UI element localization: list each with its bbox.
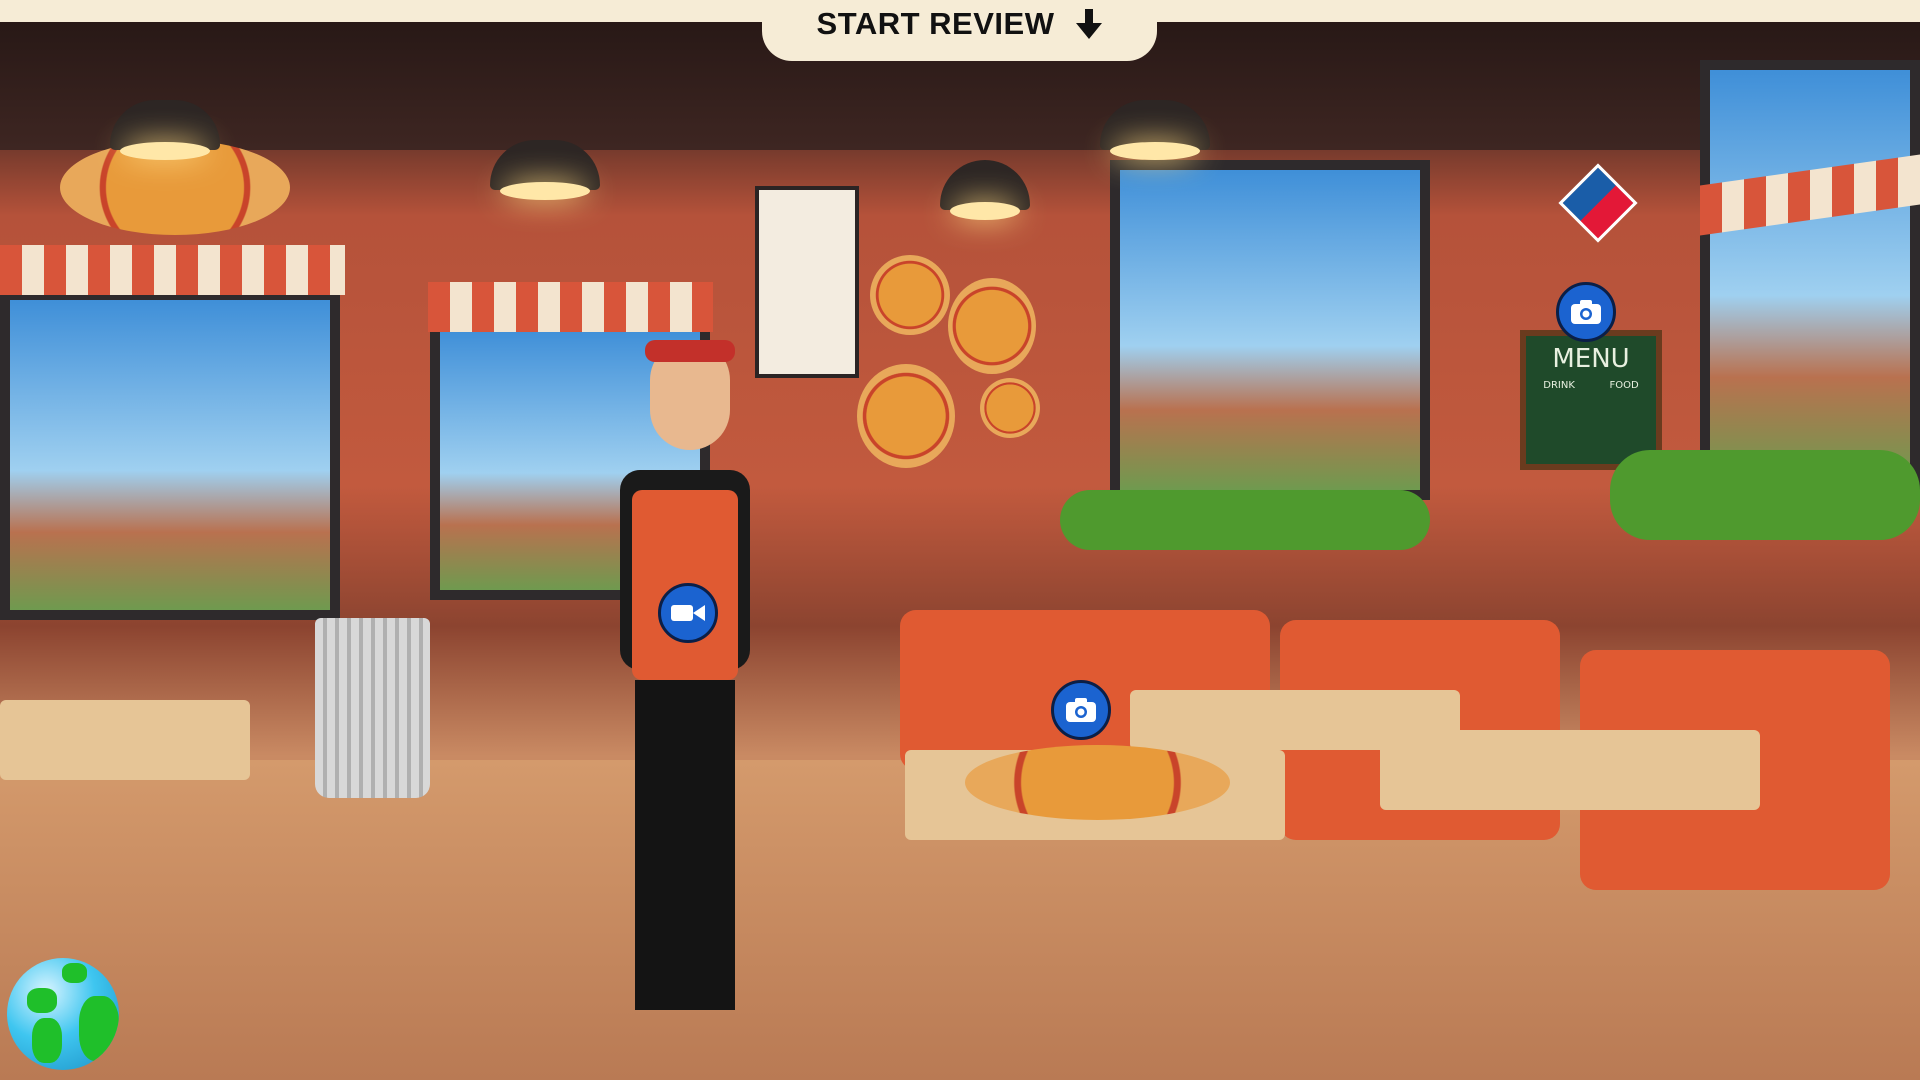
table (1130, 690, 1460, 750)
photo-hotspot-button[interactable] (1556, 282, 1616, 342)
window-far-right (1700, 60, 1920, 490)
menu-poster (755, 186, 859, 378)
wall-pizza (870, 255, 950, 335)
ceiling-lamp (940, 160, 1030, 220)
planter (1610, 450, 1920, 540)
wall-pizza (857, 364, 955, 468)
video-hotspot-button[interactable] (658, 583, 718, 643)
pizzeria-scene: MENU DRINK FOOD (0, 0, 1920, 1080)
start-review-label: START REVIEW (816, 5, 1055, 41)
camera-icon (1066, 698, 1096, 722)
menu-col-drink: DRINK (1543, 380, 1575, 391)
globe-icon[interactable] (7, 958, 119, 1070)
menu-board-title: MENU (1552, 344, 1630, 374)
table-pizza (965, 745, 1230, 820)
wall-pizza (948, 278, 1036, 374)
window-right (1110, 160, 1430, 500)
arrow-down-icon (1076, 8, 1103, 39)
photo-hotspot-button[interactable] (1051, 680, 1111, 740)
wall-pizza (980, 378, 1040, 438)
waiter-character (600, 300, 770, 1030)
planter (1060, 490, 1430, 550)
awning-left (0, 245, 345, 295)
video-camera-icon (671, 605, 705, 621)
camera-icon (1571, 300, 1601, 324)
table (0, 700, 250, 780)
menu-col-food: FOOD (1609, 380, 1639, 391)
start-review-button[interactable]: START REVIEW (762, 0, 1157, 61)
chalk-menu-board: MENU DRINK FOOD (1520, 330, 1662, 470)
window-left (0, 290, 340, 620)
trash-can (315, 618, 430, 798)
brand-logo (1558, 163, 1638, 243)
